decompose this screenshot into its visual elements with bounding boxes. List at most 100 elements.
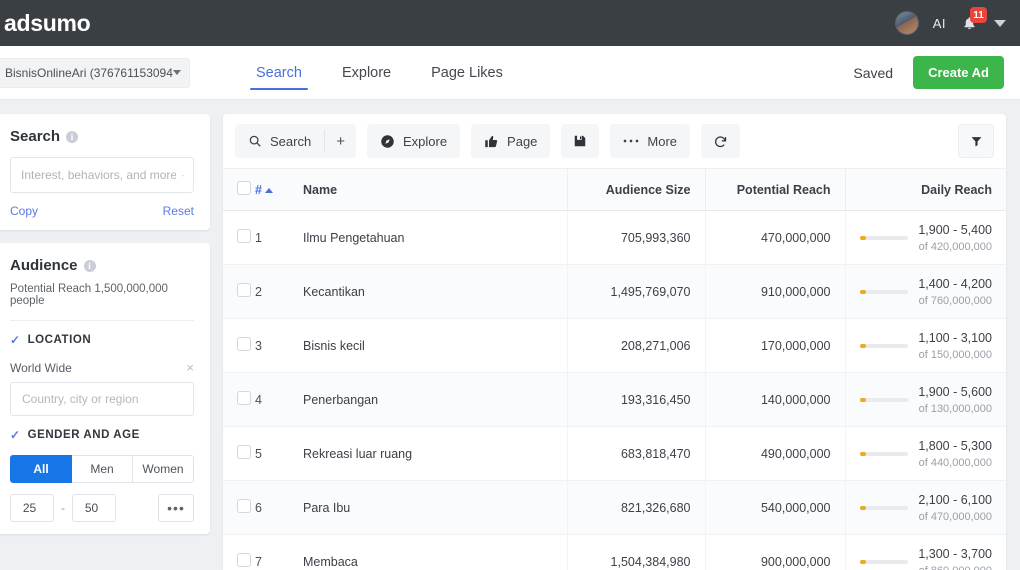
row-checkbox[interactable] <box>237 391 251 405</box>
account-label: BisnisOnlineAri (3767611530948... <box>5 65 173 80</box>
daily-reach-bar-track <box>859 397 909 402</box>
row-audience-size: 1,504,384,980 <box>566 534 705 570</box>
gender-option-women[interactable]: Women <box>133 455 194 483</box>
daily-reach-range: 1,900 - 5,400 <box>918 222 992 237</box>
row-name[interactable]: Ilmu Pengetahuan <box>289 210 567 265</box>
daily-reach-cell: 2,100 - 6,100 of 470,000,000 <box>859 492 992 523</box>
save-button-group <box>561 124 600 158</box>
daily-reach-header[interactable]: Daily Reach <box>844 168 1006 211</box>
daily-reach-total: of 760,000,000 <box>918 294 992 307</box>
close-icon[interactable]: × <box>186 360 194 375</box>
name-header[interactable]: Name <box>289 168 567 211</box>
age-min-value: 25 <box>22 501 37 515</box>
gender-age-section-header[interactable]: ✓ GENDER AND AGE <box>10 429 194 441</box>
daily-reach-bar-track <box>859 343 909 348</box>
age-max-select[interactable]: 50 <box>72 494 116 522</box>
age-min-select[interactable]: 25 <box>10 494 54 522</box>
potential-reach-summary: Potential Reach 1,500,000,000 people <box>10 283 194 321</box>
more-button[interactable]: More <box>610 124 691 158</box>
row-name[interactable]: Kecantikan <box>289 264 567 319</box>
daily-reach-total: of 470,000,000 <box>918 510 992 523</box>
notifications-button[interactable]: 11 <box>960 7 987 34</box>
refresh-icon <box>715 135 727 147</box>
row-checkbox[interactable] <box>237 445 251 459</box>
daily-reach-range: 1,300 - 3,700 <box>918 546 992 561</box>
select-all-header <box>223 168 255 211</box>
tab-search[interactable]: Search <box>236 46 322 99</box>
page-body: Search i Copy Reset Audience i Potential… <box>0 100 1020 570</box>
daily-reach-total: of 150,000,000 <box>918 348 992 361</box>
table-row[interactable]: 4 Penerbangan 193,316,450 140,000,000 1,900 … <box>223 372 1006 427</box>
folder-icon[interactable] <box>182 168 184 183</box>
row-checkbox[interactable] <box>237 499 251 513</box>
filter-button[interactable] <box>958 124 994 158</box>
row-checkbox[interactable] <box>237 283 251 297</box>
row-daily-reach: 1,900 - 5,600 of 130,000,000 <box>844 372 1006 427</box>
table-row[interactable]: 3 Bisnis kecil 208,271,006 170,000,000 1,100… <box>223 318 1006 373</box>
search-card-title: Search i <box>10 128 194 145</box>
thumbs-up-icon <box>485 135 498 147</box>
copy-link[interactable]: Copy <box>10 204 38 218</box>
row-checkbox[interactable] <box>237 229 251 243</box>
age-more-options-button[interactable]: ••• <box>158 494 194 522</box>
daily-reach-values: 1,800 - 5,300 of 440,000,000 <box>918 439 992 469</box>
add-search-button[interactable]: + <box>325 124 356 158</box>
tab-page-likes[interactable]: Page Likes <box>411 46 523 99</box>
check-icon: ✓ <box>10 333 21 347</box>
gender-age-section-label: GENDER AND AGE <box>27 429 140 441</box>
search-button[interactable]: Search <box>235 124 325 158</box>
page-button[interactable]: Page <box>471 124 551 158</box>
app-header: adsumo AI 11 <box>0 0 1020 46</box>
daily-reach-values: 1,400 - 4,200 of 760,000,000 <box>918 277 992 307</box>
row-select-cell <box>223 426 255 481</box>
search-input[interactable] <box>21 168 176 182</box>
row-name[interactable]: Bisnis kecil <box>289 318 567 373</box>
daily-reach-bar-fill <box>859 451 867 456</box>
location-section-header[interactable]: ✓ LOCATION <box>10 334 194 346</box>
row-potential-reach: 900,000,000 <box>704 534 845 570</box>
gender-option-men[interactable]: Men <box>72 455 133 483</box>
info-icon[interactable]: i <box>66 130 79 143</box>
row-checkbox[interactable] <box>237 553 251 567</box>
more-button-label: More <box>647 133 678 149</box>
info-icon[interactable]: i <box>83 259 96 272</box>
table-row[interactable]: 6 Para Ibu 821,326,680 540,000,000 2,100 - 6… <box>223 480 1006 535</box>
row-name[interactable]: Membaca <box>289 534 567 570</box>
location-section-label: LOCATION <box>27 334 92 346</box>
chevron-down-icon[interactable] <box>994 19 1006 27</box>
audience-card-title-label: Audience <box>10 257 78 274</box>
account-selector[interactable]: BisnisOnlineAri (3767611530948... <box>0 57 190 88</box>
tab-explore[interactable]: Explore <box>322 46 411 99</box>
row-name[interactable]: Penerbangan <box>289 372 567 427</box>
save-button[interactable] <box>561 124 600 158</box>
table-row[interactable]: 7 Membaca 1,504,384,980 900,000,000 1,300 - … <box>223 534 1006 570</box>
row-checkbox[interactable] <box>237 337 251 351</box>
audience-size-header[interactable]: Audience Size <box>566 168 705 211</box>
secondary-navbar: BisnisOnlineAri (3767611530948... Search… <box>0 46 1020 100</box>
row-potential-reach: 140,000,000 <box>704 372 845 427</box>
avatar[interactable] <box>894 11 919 35</box>
table-row[interactable]: 1 Ilmu Pengetahuan 705,993,360 470,000,000 1… <box>223 210 1006 265</box>
daily-reach-cell: 1,900 - 5,600 of 130,000,000 <box>859 385 992 415</box>
select-all-checkbox[interactable] <box>237 181 251 195</box>
table-row[interactable]: 2 Kecantikan 1,495,769,070 910,000,000 1,400… <box>223 264 1006 319</box>
search-card: Search i Copy Reset <box>0 114 210 230</box>
region-input[interactable] <box>10 382 194 416</box>
search-field[interactable] <box>10 157 194 193</box>
potential-reach-header[interactable]: Potential Reach <box>704 168 845 211</box>
ai-label[interactable]: AI <box>933 16 946 31</box>
create-ad-button[interactable]: Create Ad <box>913 56 1004 89</box>
reset-link[interactable]: Reset <box>163 204 194 218</box>
index-header[interactable]: # <box>255 168 289 211</box>
gender-option-all[interactable]: All <box>10 455 72 483</box>
explore-button[interactable]: Explore <box>366 124 461 158</box>
saved-link[interactable]: Saved <box>853 65 893 81</box>
table-row[interactable]: 5 Rekreasi luar ruang 683,818,470 490,000,0… <box>223 426 1006 481</box>
daily-reach-values: 1,900 - 5,400 of 420,000,000 <box>918 223 992 253</box>
refresh-button[interactable] <box>701 124 741 158</box>
notification-badge: 11 <box>970 7 987 23</box>
row-name[interactable]: Rekreasi luar ruang <box>289 426 567 481</box>
chevron-down-icon <box>173 70 181 75</box>
daily-reach-range: 2,100 - 6,100 <box>918 492 992 507</box>
row-name[interactable]: Para Ibu <box>289 480 567 535</box>
